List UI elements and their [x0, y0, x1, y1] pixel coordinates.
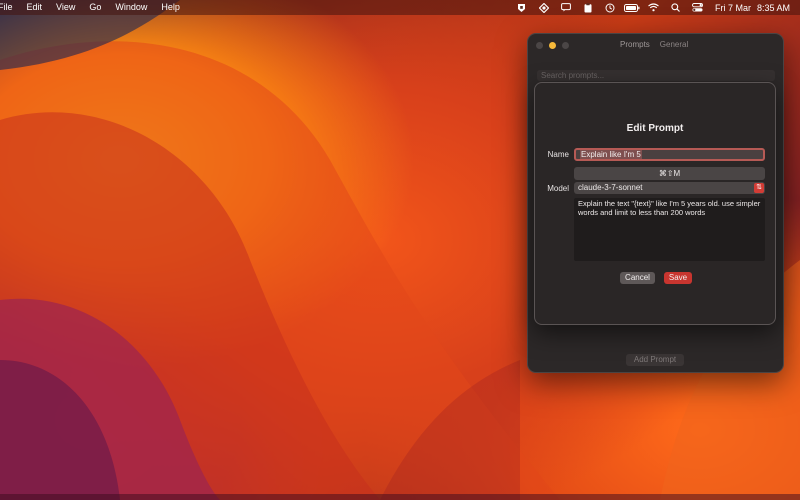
cancel-button[interactable]: Cancel — [620, 272, 655, 284]
name-label: Name — [547, 150, 569, 159]
wifi-icon[interactable] — [643, 1, 665, 14]
menu-view[interactable]: View — [49, 1, 82, 14]
save-button[interactable]: Save — [664, 272, 692, 284]
clock-time: 8:35 AM — [756, 2, 790, 13]
minimize-button[interactable] — [549, 42, 556, 49]
status-area: Fri 7 Mar 8:35 AM — [511, 1, 790, 14]
name-field[interactable]: Explain like I'm 5 — [574, 148, 765, 161]
menu-file[interactable]: File — [0, 1, 20, 14]
tab-prompts[interactable]: Prompts — [620, 40, 650, 49]
control-center-icon[interactable] — [687, 1, 709, 14]
sheet-title: Edit Prompt — [626, 123, 684, 134]
chevron-updown-icon: ⇅ — [754, 183, 764, 193]
search-icon[interactable] — [665, 1, 687, 14]
shortcut-recorder[interactable]: ⌘⇧M — [574, 167, 765, 180]
add-prompt-button[interactable]: Add Prompt — [626, 354, 684, 366]
model-select[interactable]: claude-3-7-sonnet ⇅ — [574, 182, 765, 194]
menu-go[interactable]: Go — [82, 1, 108, 14]
traffic-lights — [536, 42, 569, 49]
dock-edge — [0, 494, 800, 500]
menu-clock[interactable]: Fri 7 Mar 8:35 AM — [709, 3, 790, 13]
name-field-value: Explain like I'm 5 — [580, 150, 642, 159]
zoom-button[interactable] — [562, 42, 569, 49]
shield-icon[interactable] — [511, 1, 533, 14]
menu-bar: File Edit View Go Window Help Fri 7 Mar … — [0, 0, 800, 15]
menu-help[interactable]: Help — [154, 1, 187, 14]
window-tabs: Prompts General — [620, 40, 688, 49]
model-label: Model — [547, 184, 569, 193]
clipboard-icon[interactable] — [577, 1, 599, 14]
prompt-textarea[interactable]: Explain the text "{text}" like I'm 5 yea… — [574, 198, 765, 261]
chat-icon[interactable] — [555, 1, 577, 14]
app-icon[interactable] — [533, 1, 555, 14]
battery-icon[interactable] — [621, 1, 643, 14]
close-button[interactable] — [536, 42, 543, 49]
history-icon[interactable] — [599, 1, 621, 14]
model-select-value: claude-3-7-sonnet — [578, 183, 643, 192]
window-titlebar: Prompts General — [528, 34, 783, 56]
clock-date: Fri 7 Mar — [714, 2, 751, 13]
tab-general[interactable]: General — [660, 40, 688, 49]
menu-edit[interactable]: Edit — [20, 1, 50, 14]
menu-window[interactable]: Window — [108, 1, 154, 14]
edit-prompt-sheet: Edit Prompt Name Explain like I'm 5 ⌘⇧M … — [534, 82, 776, 325]
menu-list: File Edit View Go Window Help — [0, 1, 187, 14]
search-input[interactable]: Search prompts... — [537, 70, 775, 81]
